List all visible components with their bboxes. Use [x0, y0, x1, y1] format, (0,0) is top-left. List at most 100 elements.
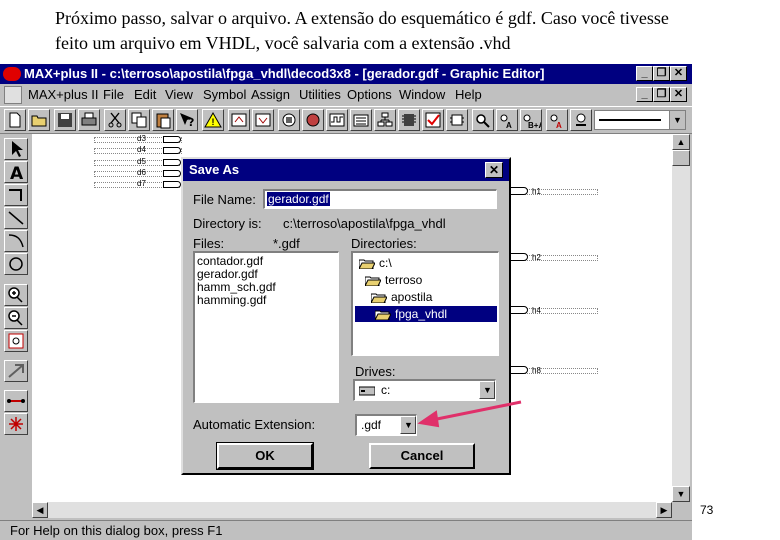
- fit-in-window-icon[interactable]: [4, 330, 28, 352]
- open-folder-icon[interactable]: [28, 109, 50, 131]
- input-pin-label: d3: [137, 134, 146, 143]
- menu-utilities[interactable]: Utilities: [299, 84, 341, 106]
- simulator-icon[interactable]: [326, 109, 348, 131]
- hierarchy-up-icon[interactable]: [228, 109, 250, 131]
- open-folder-icon: [359, 259, 375, 269]
- input-pin-symbol: [163, 169, 181, 177]
- locate-icon[interactable]: [570, 109, 592, 131]
- vertical-scrollbar[interactable]: ▲ ▼: [672, 134, 690, 502]
- dot-tool-icon[interactable]: [4, 413, 28, 435]
- rubberband-icon[interactable]: [4, 360, 28, 382]
- menu-symbol[interactable]: Symbol: [203, 84, 246, 106]
- selection-tool-icon[interactable]: [4, 138, 28, 160]
- output-pin-symbol: [508, 306, 528, 314]
- open-folder-icon: [375, 310, 391, 320]
- drive-value: c:: [381, 383, 391, 397]
- arc-tool-icon[interactable]: [4, 230, 28, 252]
- text-tool-icon[interactable]: A: [4, 161, 28, 183]
- file-item[interactable]: hamming.gdf: [197, 294, 266, 307]
- menu-help[interactable]: Help: [455, 84, 482, 106]
- ok-button[interactable]: OK: [216, 442, 314, 470]
- drives-select[interactable]: c: ▼: [353, 379, 496, 401]
- menu-window[interactable]: Window: [399, 84, 445, 106]
- zoom-out-icon[interactable]: [4, 307, 28, 329]
- menu-file[interactable]: File: [103, 84, 124, 106]
- save-icon[interactable]: [54, 109, 76, 131]
- window-title: MAX+plus II - c:\terroso\apostila\fpga_v…: [24, 66, 545, 81]
- output-pin-label: h1: [532, 187, 541, 196]
- menu-options[interactable]: Options: [347, 84, 392, 106]
- find-error-icon[interactable]: A: [546, 109, 568, 131]
- dir-item-label: apostila: [391, 290, 433, 304]
- dialog-close-icon[interactable]: ✕: [485, 162, 503, 178]
- scroll-down-icon[interactable]: ▼: [672, 486, 690, 502]
- dir-item[interactable]: c:\: [355, 255, 495, 271]
- scroll-up-icon[interactable]: ▲: [672, 134, 690, 150]
- dir-item[interactable]: apostila: [355, 289, 495, 305]
- doc-close-icon[interactable]: ✕: [670, 87, 687, 102]
- input-pin-label: d4: [137, 145, 146, 155]
- drives-label: Drives:: [355, 364, 396, 379]
- close-icon[interactable]: ✕: [670, 66, 687, 81]
- minimize-icon[interactable]: _: [636, 66, 653, 81]
- timing-icon[interactable]: [350, 109, 372, 131]
- input-pin-label: d6: [137, 167, 146, 177]
- svg-text:A: A: [506, 121, 512, 130]
- drives-dropdown-icon[interactable]: ▼: [479, 381, 495, 399]
- diagonal-line-icon[interactable]: [4, 207, 28, 229]
- output-pin-symbol: [508, 187, 528, 195]
- file-name-input[interactable]: gerador.gdf: [263, 189, 497, 209]
- menu-edit[interactable]: Edit: [134, 84, 156, 106]
- open-folder-icon: [365, 276, 381, 286]
- programmer-icon[interactable]: [398, 109, 420, 131]
- check-icon[interactable]: [422, 109, 444, 131]
- vertical-scroll-thumb[interactable]: [672, 150, 690, 166]
- context-help-icon[interactable]: ?: [176, 109, 198, 131]
- chip-icon[interactable]: [446, 109, 468, 131]
- copy-icon[interactable]: [128, 109, 150, 131]
- scroll-right-icon[interactable]: ▶: [656, 502, 672, 518]
- hierarchy-down-icon[interactable]: [252, 109, 274, 131]
- open-folder-icon: [371, 293, 387, 303]
- orthogonal-line-icon[interactable]: [4, 184, 28, 206]
- dir-item-selected[interactable]: fpga_vhdl: [355, 306, 497, 322]
- circle-tool-icon[interactable]: [4, 253, 28, 275]
- auto-extension-dropdown-icon[interactable]: ▼: [400, 416, 416, 434]
- svg-text:?: ?: [188, 116, 194, 129]
- restore-icon[interactable]: ❐: [653, 66, 670, 81]
- warning-icon[interactable]: !: [202, 109, 224, 131]
- find-text-icon[interactable]: [472, 109, 494, 131]
- save-as-dialog: Save As ✕ File Name: gerador.gdf Directo…: [181, 157, 511, 475]
- directories-listbox[interactable]: c:\ terroso apostila fpga_vhdl: [351, 251, 499, 356]
- app-icon[interactable]: [3, 67, 21, 81]
- file-name-value: gerador.gdf: [267, 192, 330, 206]
- cancel-button[interactable]: Cancel: [369, 443, 475, 469]
- scroll-left-icon[interactable]: ◀: [32, 502, 48, 518]
- auto-extension-select[interactable]: .gdf ▼: [355, 414, 417, 436]
- cut-icon[interactable]: [104, 109, 126, 131]
- hierarchy-display-icon[interactable]: [374, 109, 396, 131]
- doc-control-icon[interactable]: [4, 86, 22, 104]
- find-clique-icon[interactable]: B+A: [520, 109, 542, 131]
- dir-item-label: fpga_vhdl: [395, 307, 448, 321]
- horizontal-scrollbar[interactable]: ◀ ▶: [32, 502, 672, 518]
- paste-icon[interactable]: [152, 109, 174, 131]
- input-pin-label: d7: [137, 179, 146, 189]
- menu-view[interactable]: View: [165, 84, 193, 106]
- print-icon[interactable]: [78, 109, 100, 131]
- menu-assign[interactable]: Assign: [251, 84, 290, 106]
- svg-text:A: A: [556, 121, 562, 130]
- compiler-icon[interactable]: [302, 109, 324, 131]
- doc-minimize-icon[interactable]: _: [636, 87, 653, 102]
- menu-maxplus[interactable]: MAX+plus II: [28, 84, 98, 106]
- find-node-icon[interactable]: A: [496, 109, 518, 131]
- files-listbox[interactable]: contador.gdf gerador.gdf hamm_sch.gdf ha…: [193, 251, 339, 403]
- new-file-icon[interactable]: [4, 109, 26, 131]
- output-pin-label: h2: [532, 253, 541, 262]
- zoom-in-icon[interactable]: [4, 284, 28, 306]
- doc-restore-icon[interactable]: ❐: [653, 87, 670, 102]
- connect-line-icon[interactable]: [4, 390, 28, 412]
- dir-item[interactable]: terroso: [355, 272, 495, 288]
- floorplan-icon[interactable]: [278, 109, 300, 131]
- line-style-select[interactable]: ▼: [594, 110, 686, 130]
